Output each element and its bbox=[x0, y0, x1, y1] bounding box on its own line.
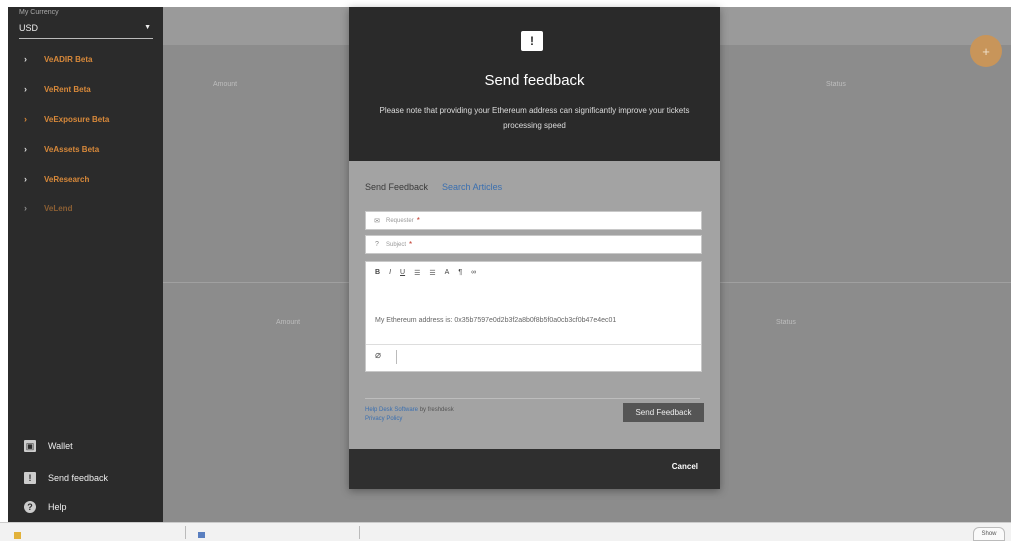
add-button[interactable]: + bbox=[970, 35, 1002, 67]
sidebar-wallet-label: Wallet bbox=[48, 441, 73, 451]
sidebar-send-feedback-label: Send feedback bbox=[48, 473, 109, 483]
currency-value: USD bbox=[19, 23, 39, 33]
sidebar-item-verent[interactable]: › VeRent Beta bbox=[24, 84, 91, 94]
text-caret bbox=[396, 350, 397, 364]
tab-send-feedback[interactable]: Send Feedback bbox=[365, 182, 428, 192]
font-color-button[interactable]: A bbox=[445, 269, 450, 277]
sidebar-send-feedback[interactable]: ! Send feedback bbox=[24, 472, 108, 484]
italic-button[interactable]: I bbox=[389, 269, 391, 277]
helpdesk-link[interactable]: Help Desk Software bbox=[365, 407, 418, 413]
subject-placeholder: Subject bbox=[386, 241, 407, 248]
description-editor[interactable]: B I U ☰ ☰ A ¶ ∞ My Ethereum address is: … bbox=[365, 261, 702, 372]
currency-label: My Currency bbox=[19, 9, 59, 16]
modal-title: Send feedback bbox=[484, 72, 585, 89]
powered-by: Help Desk Software by freshdesk Privacy … bbox=[365, 406, 454, 424]
sidebar-item-veexposure[interactable]: › VeExposure Beta bbox=[24, 114, 109, 124]
bullet-list-button[interactable]: ☰ bbox=[414, 269, 420, 277]
link-button[interactable]: ∞ bbox=[471, 269, 476, 277]
cancel-button[interactable]: Cancel bbox=[672, 462, 698, 471]
chevron-right-icon: › bbox=[24, 114, 27, 124]
paragraph-button[interactable]: ¶ bbox=[458, 269, 462, 277]
tab-search-articles[interactable]: Search Articles bbox=[442, 182, 502, 192]
feedback-modal: ! Send feedback Please note that providi… bbox=[349, 7, 720, 489]
chevron-right-icon: › bbox=[24, 54, 27, 64]
paperclip-icon[interactable]: ⌀ bbox=[375, 350, 381, 361]
sidebar-item-label: VeRent Beta bbox=[44, 84, 91, 94]
modal-header: ! Send feedback Please note that providi… bbox=[349, 7, 720, 161]
taskbar-divider bbox=[359, 526, 360, 539]
taskbar: Show bbox=[0, 522, 1011, 541]
taskbar-divider bbox=[185, 526, 186, 539]
sidebar-item-label: VeADIR Beta bbox=[44, 54, 93, 64]
sidebar: My Currency USD ▼ › VeADIR Beta › VeRent… bbox=[8, 7, 163, 522]
sidebar-help[interactable]: ? Help bbox=[24, 501, 67, 513]
caret-down-icon: ▼ bbox=[144, 24, 151, 31]
editor-toolbar: B I U ☰ ☰ A ¶ ∞ bbox=[375, 269, 485, 277]
send-feedback-button[interactable]: Send Feedback bbox=[623, 403, 704, 422]
show-button[interactable]: Show bbox=[973, 527, 1005, 541]
form-separator bbox=[365, 398, 700, 399]
powered-by-text: by freshdesk bbox=[419, 407, 454, 413]
app-icon[interactable] bbox=[14, 532, 21, 539]
window-icon[interactable] bbox=[198, 532, 205, 538]
subject-field[interactable]: ? Subject * bbox=[365, 235, 702, 254]
editor-content[interactable]: My Ethereum address is: 0x35b7597e0d2b3f… bbox=[375, 317, 616, 324]
column-header-amount: Amount bbox=[276, 319, 301, 326]
column-header-amount: Amount bbox=[213, 81, 238, 88]
modal-tabs: Send Feedback Search Articles bbox=[365, 182, 502, 192]
wallet-icon: ▣ bbox=[24, 440, 36, 452]
editor-divider bbox=[366, 344, 701, 345]
numbered-list-button[interactable]: ☰ bbox=[429, 269, 435, 277]
required-marker: * bbox=[416, 216, 420, 225]
column-header-status: Status bbox=[776, 319, 796, 326]
sidebar-item-label: VeExposure Beta bbox=[44, 114, 110, 124]
chevron-right-icon: › bbox=[24, 84, 27, 94]
modal-footer: Cancel bbox=[349, 449, 720, 489]
chevron-right-icon: › bbox=[24, 174, 27, 184]
sidebar-item-label: VeResearch bbox=[44, 174, 90, 184]
envelope-icon: ✉ bbox=[374, 217, 380, 225]
feedback-icon: ! bbox=[24, 472, 36, 484]
privacy-link[interactable]: Privacy Policy bbox=[365, 416, 402, 422]
bold-button[interactable]: B bbox=[375, 269, 380, 277]
sidebar-item-veresearch[interactable]: › VeResearch bbox=[24, 174, 89, 184]
sidebar-item-label: VeLend bbox=[44, 203, 73, 213]
sidebar-wallet[interactable]: ▣ Wallet bbox=[24, 440, 73, 452]
help-icon: ? bbox=[24, 501, 36, 513]
sidebar-item-veadir[interactable]: › VeADIR Beta bbox=[24, 54, 92, 64]
feedback-icon: ! bbox=[521, 31, 543, 51]
sidebar-item-veassets[interactable]: › VeAssets Beta bbox=[24, 144, 99, 154]
currency-select[interactable]: USD ▼ bbox=[19, 21, 153, 39]
sidebar-help-label: Help bbox=[48, 502, 67, 512]
requester-placeholder: Requester bbox=[386, 217, 414, 224]
modal-description: Please note that providing your Ethereum… bbox=[379, 106, 690, 130]
underline-button[interactable]: U bbox=[400, 269, 405, 277]
chevron-right-icon: › bbox=[24, 203, 27, 213]
requester-field[interactable]: ✉ Requester * bbox=[365, 211, 702, 230]
sidebar-item-velend[interactable]: › VeLend bbox=[24, 203, 72, 213]
column-header-status: Status bbox=[826, 81, 846, 88]
question-circle-icon: ? bbox=[375, 241, 379, 248]
required-marker: * bbox=[409, 240, 413, 249]
sidebar-item-label: VeAssets Beta bbox=[44, 144, 100, 154]
chevron-right-icon: › bbox=[24, 144, 27, 154]
